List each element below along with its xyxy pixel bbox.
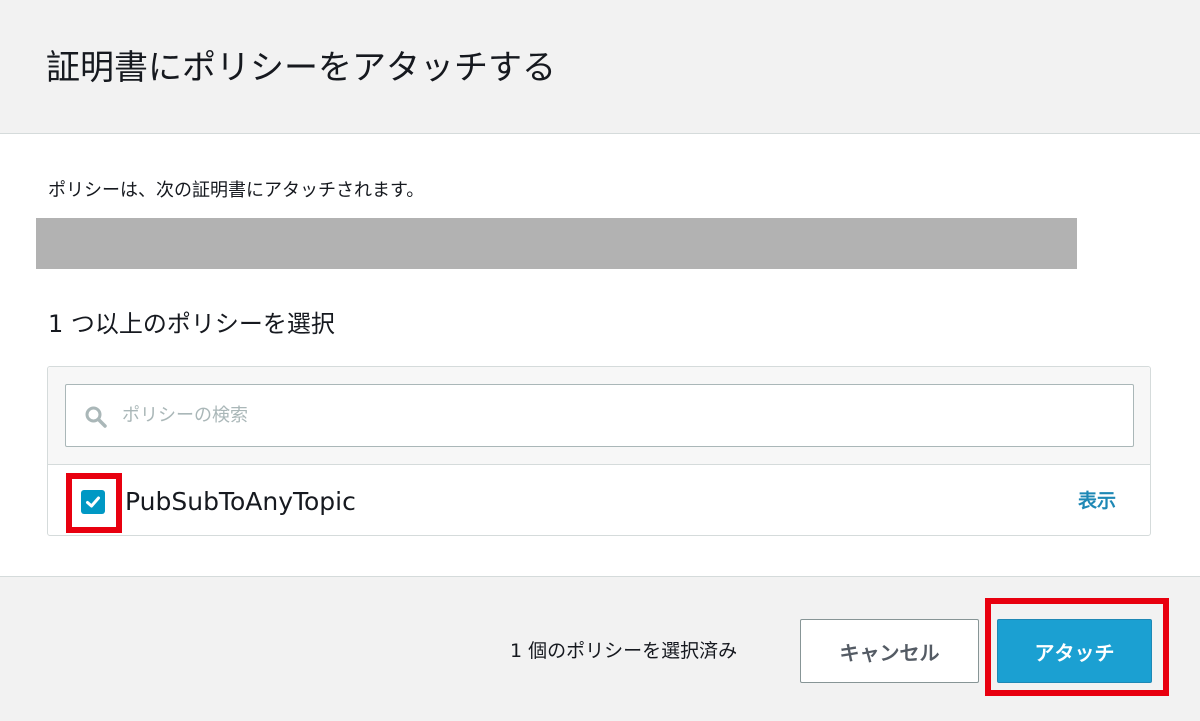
select-policy-heading: 1 つ以上のポリシーを選択 — [48, 310, 335, 338]
dialog-header: 証明書にポリシーをアタッチする — [0, 0, 1200, 134]
search-area — [48, 367, 1150, 465]
dialog-footer: 1 個のポリシーを選択済み キャンセル アタッチ — [0, 576, 1200, 721]
view-policy-link[interactable]: 表示 — [1078, 487, 1116, 515]
selection-count: 1 個のポリシーを選択済み — [510, 640, 738, 662]
attach-description: ポリシーは、次の証明書にアタッチされます。 — [48, 180, 425, 201]
checkmark-icon — [86, 496, 100, 508]
redacted-certificate-id — [36, 218, 1077, 269]
search-input[interactable] — [122, 393, 1112, 438]
policy-row[interactable]: PubSubToAnyTopic 表示 — [48, 465, 1150, 535]
policy-name: PubSubToAnyTopic — [125, 487, 356, 516]
search-icon — [84, 405, 108, 429]
search-box[interactable] — [65, 384, 1134, 447]
dialog-title: 証明書にポリシーをアタッチする — [46, 48, 556, 88]
policy-list-panel: PubSubToAnyTopic 表示 — [47, 366, 1151, 536]
attach-button[interactable]: アタッチ — [997, 619, 1152, 683]
policy-checkbox[interactable] — [81, 490, 105, 514]
dialog-body: ポリシーは、次の証明書にアタッチされます。 1 つ以上のポリシーを選択 ポリシー… — [0, 134, 1200, 576]
cancel-button[interactable]: キャンセル — [800, 619, 979, 683]
